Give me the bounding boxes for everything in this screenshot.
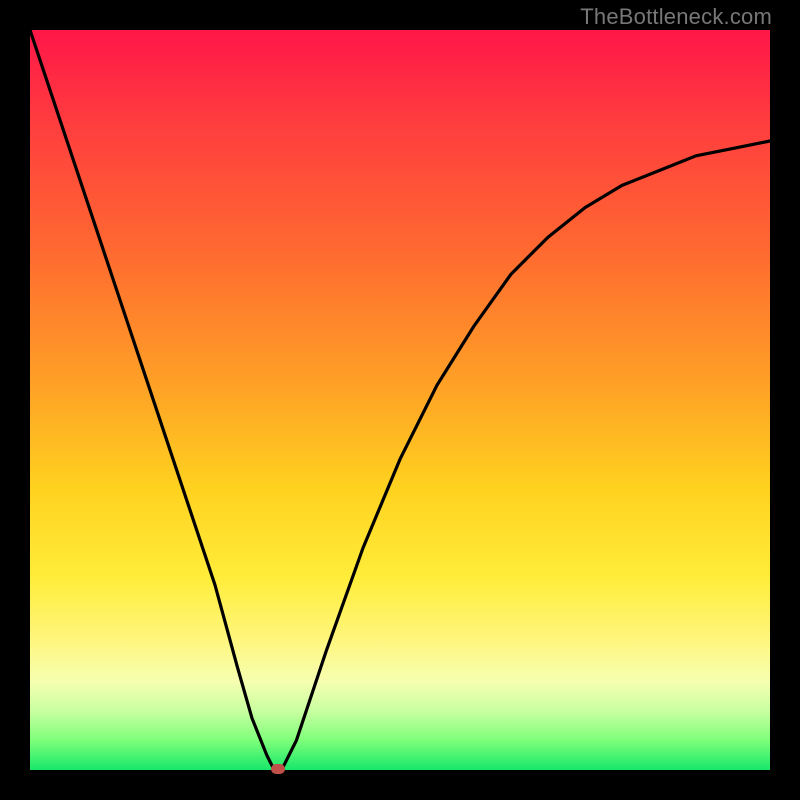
watermark-text: TheBottleneck.com [580, 4, 772, 30]
chart-frame: TheBottleneck.com [0, 0, 800, 800]
optimal-point-marker [271, 764, 285, 774]
plot-area [30, 30, 770, 770]
bottleneck-curve [30, 30, 770, 770]
